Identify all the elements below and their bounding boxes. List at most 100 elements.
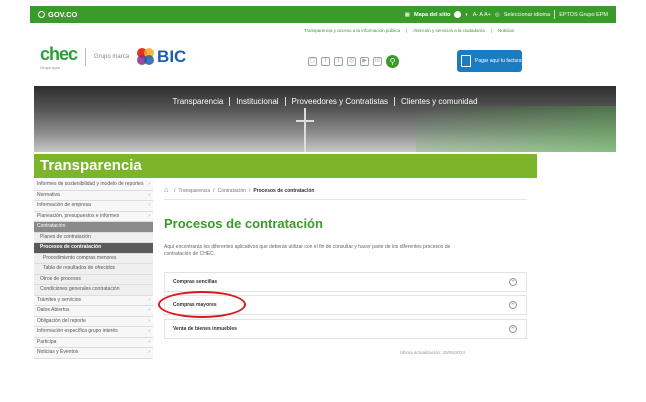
divider	[554, 10, 556, 19]
hero-banner: Transparencia Institucional Proveedores …	[34, 86, 616, 152]
top-link-attention[interactable]: Atención y servicios a la ciudadanía	[413, 28, 485, 33]
epm-group-link[interactable]: EPTOS Grupo EPM	[559, 12, 608, 18]
accordion-venta-bienes[interactable]: Venta de bienes inmuebles +	[164, 319, 527, 339]
sidebar-item[interactable]: Contratación –	[34, 222, 153, 233]
sidebar-item[interactable]: Procesos de contratación	[34, 243, 153, 254]
gov-bar: GOV.CO ▦ Mapa del sitio ◐ A- A A+ ◎ Sele…	[30, 6, 616, 23]
font-size-controls[interactable]: A- A A+	[473, 12, 491, 18]
page-title: Procesos de contratación	[164, 216, 323, 231]
sidebar-item-label: Tabla de resultados de ofrecidos	[43, 265, 115, 271]
home-icon[interactable]: ⌂	[164, 187, 171, 194]
expand-icon[interactable]: +	[509, 325, 517, 333]
breadcrumb-sep: /	[174, 187, 176, 194]
sidebar-item[interactable]: Planeación, presupuestos e informes ›	[34, 211, 153, 222]
bic-mark-icon	[137, 48, 155, 66]
contrast-toggle-icon[interactable]: ◐	[465, 12, 468, 18]
sidebar-item[interactable]: Tabla de resultados de ofrecidos	[34, 264, 153, 275]
chec-logo-text: chec	[40, 44, 78, 64]
sidebar-item-label: Contratación	[37, 223, 66, 229]
accordion-compras-sencillas[interactable]: Compras sencillas +	[164, 272, 527, 292]
breadcrumb-current: Procesos de contratación	[253, 187, 315, 194]
sidebar-item-label: Datos Abiertos	[37, 307, 70, 313]
sidebar-item-label: Obligación del reporte	[37, 317, 86, 324]
accordion-label: Compras sencillas	[173, 279, 218, 285]
chevron-right-icon: ›	[148, 181, 150, 187]
sidebar-item[interactable]: Información de empresa ›	[34, 201, 153, 212]
language-selector[interactable]: Seleccionar idioma	[504, 12, 550, 18]
sidebar-item-label: Información de empresa	[37, 202, 91, 208]
page-description: Aquí encontrarás los diferentes aplicati…	[164, 244, 451, 257]
hero-tower-crossbar	[296, 120, 314, 122]
accordion-label: Venta de bienes inmuebles	[173, 326, 237, 332]
nav-institucional[interactable]: Institucional	[236, 97, 278, 106]
nav-transparencia[interactable]: Transparencia	[172, 97, 223, 106]
pay-bill-button[interactable]: Pagar aquí tu factura	[457, 50, 522, 72]
nav-proveedores[interactable]: Proveedores y Contratistas	[292, 97, 389, 106]
sidebar-item-label: Planes de contratación	[40, 233, 91, 240]
sidebar-item[interactable]: Otros de procesos	[34, 274, 153, 285]
sidebar-item[interactable]: Planes de contratación	[34, 232, 153, 243]
govco-logo[interactable]: GOV.CO	[38, 10, 77, 19]
sitemap-link[interactable]: Mapa del sitio	[414, 12, 450, 18]
sidebar-item-label: Normativa	[37, 191, 60, 198]
sidebar-item-label: Noticias y Eventos	[37, 349, 79, 355]
sidebar-item[interactable]: Noticias y Eventos ›	[34, 348, 153, 359]
sidebar-item-label: Condiciones generales contratación	[40, 286, 120, 292]
twitter-icon[interactable]: t	[334, 57, 343, 66]
contrast-icon[interactable]	[454, 11, 462, 18]
breadcrumb-transparencia[interactable]: Transparencia	[178, 188, 210, 194]
bic-logo: BIC	[137, 47, 186, 67]
divider: |	[490, 28, 492, 33]
sidebar-item-label: Informes de sostenibilidad y modelo de r…	[37, 181, 144, 187]
sidebar-item-label: Procedimiento compras menores	[43, 254, 117, 261]
sidebar-item[interactable]: Informes de sostenibilidad y modelo de r…	[34, 180, 153, 191]
chec-logo[interactable]: chec Grupo epm	[40, 44, 78, 70]
bic-logo-text: BIC	[157, 47, 187, 66]
top-links: Transparencia y acceso a la información …	[0, 28, 646, 33]
chevron-right-icon: ›	[148, 307, 150, 313]
hero-tower-graphic	[304, 108, 306, 152]
facebook-icon[interactable]: f	[321, 57, 330, 66]
epm-logo: Grupo marca	[94, 54, 130, 60]
ig-icon[interactable]: ◎	[347, 57, 356, 66]
sidebar-item[interactable]: Datos Abiertos ›	[34, 306, 153, 317]
chevron-right-icon: ›	[148, 349, 150, 355]
chevron-right-icon: ›	[148, 296, 150, 303]
chevron-right-icon: ›	[148, 212, 150, 219]
sidebar-item[interactable]: Procedimiento compras menores	[34, 253, 153, 264]
sidebar-item[interactable]: Condiciones generales contratación	[34, 285, 153, 296]
search-icon[interactable]: ⚲	[386, 55, 399, 68]
main-nav: Transparencia Institucional Proveedores …	[34, 97, 616, 106]
divider: |	[406, 28, 408, 33]
section-title: Transparencia	[34, 154, 537, 178]
expand-icon[interactable]: +	[509, 278, 517, 286]
last-updated: Última actualización: 20/05/2024	[400, 350, 466, 355]
expand-icon[interactable]: +	[509, 301, 517, 309]
sidebar-item[interactable]: Participa ›	[34, 337, 153, 348]
pay-bill-label: Pagar aquí tu factura	[475, 58, 522, 64]
sidebar-item-label: Procesos de contratación	[40, 244, 102, 250]
red-highlight-circle	[158, 291, 246, 318]
sidebar-item[interactable]: Información específica grupo interés ›	[34, 327, 153, 338]
logo-divider	[85, 48, 87, 66]
instagram-icon[interactable]: ◻	[308, 57, 317, 66]
divider	[394, 97, 396, 106]
breadcrumb-contratacion[interactable]: Contratación	[218, 188, 246, 194]
nav-clientes[interactable]: Clientes y comunidad	[401, 97, 477, 106]
sidebar-item[interactable]: Normativa ›	[34, 190, 153, 201]
youtube-icon[interactable]: ▶	[360, 57, 369, 66]
top-link-transparency[interactable]: Transparencia y acceso a la información …	[304, 28, 400, 33]
sidebar-item[interactable]: Obligación del reporte ›	[34, 316, 153, 327]
sidebar: Informes de sostenibilidad y modelo de r…	[34, 180, 153, 359]
sitemap-icon[interactable]: ▦	[405, 12, 410, 18]
sidebar-item-label: Planeación, presupuestos e informes	[37, 212, 120, 219]
breadcrumb: ⌂ / Transparencia / Contratación / Proce…	[164, 187, 314, 194]
top-link-news[interactable]: Noticias	[498, 28, 514, 33]
sidebar-item-label: Trámites y servicios	[37, 296, 81, 303]
breadcrumb-sep: /	[248, 187, 251, 194]
chec-logo-subtext: Grupo epm	[40, 65, 61, 70]
sidebar-item[interactable]: Trámites y servicios ›	[34, 295, 153, 306]
collapse-icon: –	[147, 223, 150, 229]
linkedin-icon[interactable]: in	[373, 57, 382, 66]
chevron-right-icon: ›	[148, 191, 150, 198]
